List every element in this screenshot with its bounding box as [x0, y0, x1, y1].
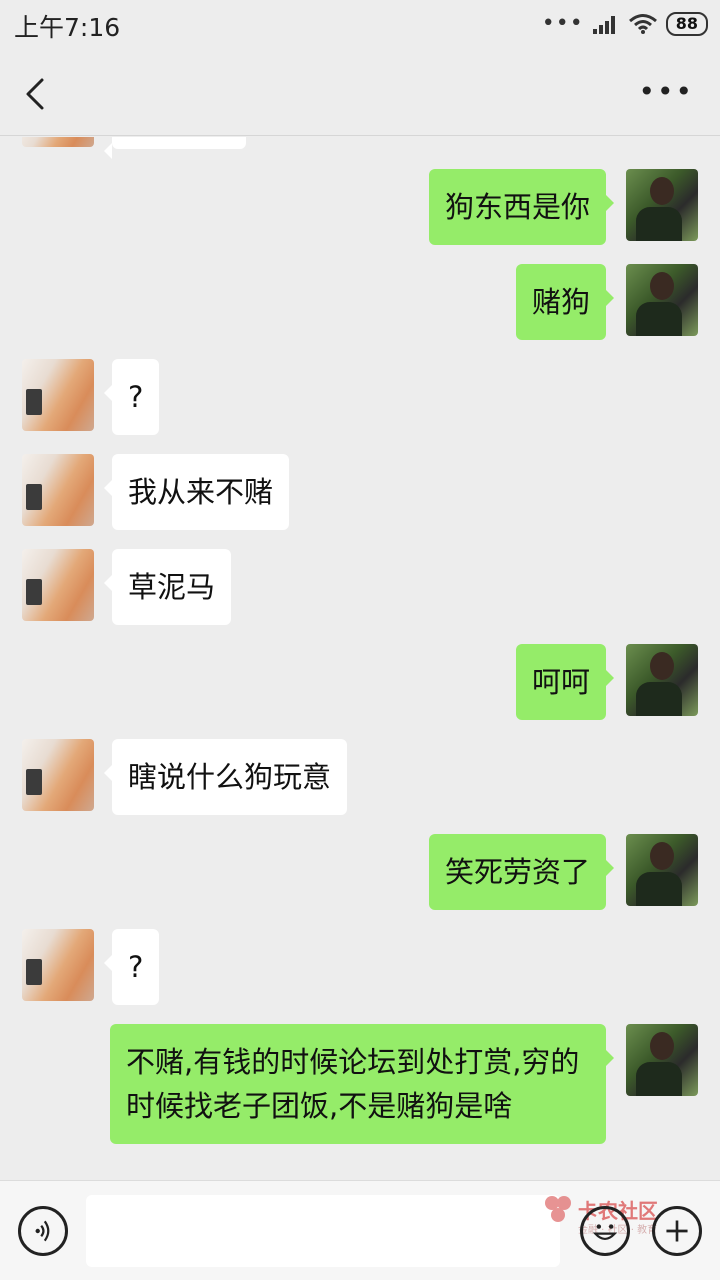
received-bubble[interactable]: 瞎说什么狗玩意 — [103, 739, 348, 815]
received-bubble[interactable]: 我从来不赌 — [103, 454, 290, 530]
chevron-left-icon[interactable] — [18, 74, 58, 114]
wifi-icon — [628, 14, 657, 34]
signal-icon — [592, 16, 615, 34]
message-bubble-partial — [104, 137, 246, 159]
avatar-self[interactable] — [626, 169, 698, 241]
avatar-female[interactable] — [22, 454, 94, 526]
sent-bubble[interactable]: 狗东西是你 — [428, 169, 615, 245]
sent-bubble[interactable]: 赌狗 — [515, 264, 615, 340]
avatar-self[interactable] — [626, 1024, 698, 1096]
watermark-logo-icon — [545, 1196, 571, 1222]
avatar-female[interactable] — [22, 929, 94, 1001]
chat-header: ••• — [0, 52, 720, 136]
avatar-self[interactable] — [626, 834, 698, 906]
avatar-self[interactable] — [626, 644, 698, 716]
received-bubble[interactable]: ? — [103, 359, 160, 435]
sent-bubble[interactable]: 不赌,有钱的时候论坛到处打赏,穷的时候找老子团饭,不是赌狗是啥 — [110, 1024, 614, 1144]
voice-icon[interactable] — [18, 1206, 68, 1256]
avatar-female[interactable] — [22, 549, 94, 621]
avatar-female[interactable] — [22, 137, 94, 147]
emoji-icon[interactable] — [580, 1206, 630, 1256]
input-bar: 卡农社区 金融 · 社区 · 教育 — [0, 1180, 720, 1280]
status-bar: 上午7:16 ••• 88 — [0, 0, 720, 52]
sent-bubble[interactable]: 笑死劳资了 — [428, 834, 615, 910]
more-dots-icon[interactable]: ••• — [638, 78, 694, 106]
plus-icon[interactable] — [652, 1206, 702, 1256]
message-input[interactable] — [86, 1195, 560, 1267]
avatar-female[interactable] — [22, 359, 94, 431]
status-time: 上午7:16 — [14, 13, 121, 42]
notification-dots-icon: ••• — [541, 11, 584, 36]
received-bubble[interactable]: ? — [103, 929, 160, 1005]
battery-indicator: 88 — [665, 12, 708, 36]
status-icons: ••• 88 — [542, 12, 708, 36]
received-bubble[interactable]: 草泥马 — [103, 549, 232, 625]
chat-messages[interactable]: 狗东西是你 赌狗 ? 我从来不赌 草泥马 呵呵 瞎说什么狗玩意 笑死劳资了 ? … — [0, 137, 720, 1180]
avatar-self[interactable] — [626, 264, 698, 336]
avatar-female[interactable] — [22, 739, 94, 811]
sent-bubble[interactable]: 呵呵 — [515, 644, 615, 720]
